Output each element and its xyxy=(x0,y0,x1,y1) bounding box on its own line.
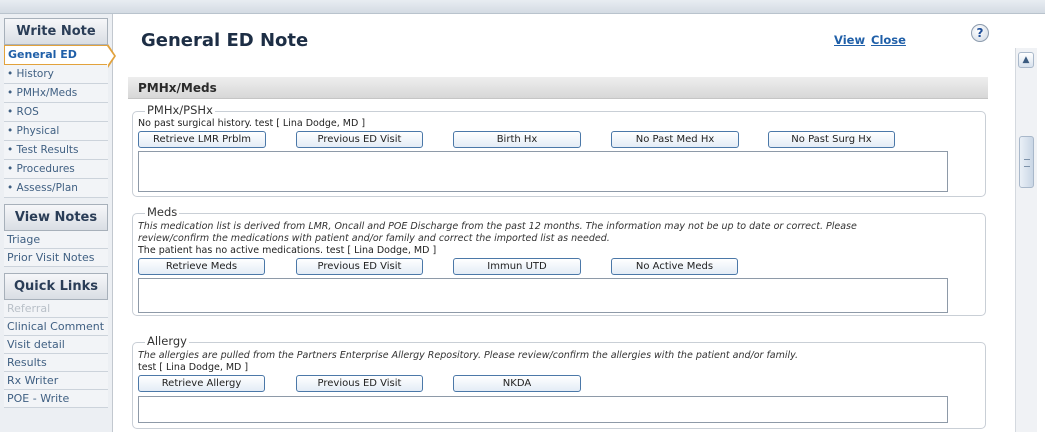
pmhx-group: PMHx/PSHx No past surgical history. test… xyxy=(132,103,986,197)
allergy-info-text: test [ Lina Dodge, MD ] xyxy=(138,362,249,373)
sidebar-link-poe-write[interactable]: POE - Write xyxy=(4,390,108,408)
no-past-surg-hx-button[interactable]: No Past Surg Hx xyxy=(768,131,895,148)
close-link[interactable]: Close xyxy=(871,33,906,47)
sidebar-item-ros[interactable]: • ROS xyxy=(4,103,108,122)
scrollbar-thumb[interactable] xyxy=(1019,136,1034,188)
pmhx-textarea[interactable] xyxy=(138,151,948,192)
birth-hx-button[interactable]: Birth Hx xyxy=(453,131,581,148)
sidebar-item-general-ed[interactable]: General ED xyxy=(4,44,116,68)
nkda-button[interactable]: NKDA xyxy=(453,375,581,392)
previous-ed-visit-button[interactable]: Previous ED Visit xyxy=(296,131,423,148)
sidebar-item-physical[interactable]: • Physical xyxy=(4,122,108,141)
previous-ed-visit-button[interactable]: Previous ED Visit xyxy=(296,375,423,392)
sidebar-item-procedures[interactable]: • Procedures xyxy=(4,160,108,179)
sidebar-item-label: General ED xyxy=(8,48,77,61)
sidebar-link-visit-detail[interactable]: Visit detail xyxy=(4,336,108,354)
view-notes-heading: View Notes xyxy=(4,204,108,231)
view-link[interactable]: View xyxy=(834,33,865,47)
meds-group: Meds This medication list is derived fro… xyxy=(132,205,986,316)
pmhx-info-text: No past surgical history. test [ Lina Do… xyxy=(138,118,366,129)
retrieve-lmr-problem-button[interactable]: Retrieve LMR Prblm xyxy=(138,131,266,148)
retrieve-meds-button[interactable]: Retrieve Meds xyxy=(138,258,265,275)
retrieve-allergy-button[interactable]: Retrieve Allergy xyxy=(138,375,265,392)
meds-disclaimer-line1: This medication list is derived from LMR… xyxy=(138,221,857,232)
quick-links-heading: Quick Links xyxy=(4,273,108,300)
sidebar-link-clinical-comment[interactable]: Clinical Comment xyxy=(4,318,108,336)
sidebar-link-triage[interactable]: Triage xyxy=(4,231,108,249)
vertical-scrollbar[interactable]: ▲ xyxy=(1015,48,1037,432)
sidebar-item-assess-plan[interactable]: • Assess/Plan xyxy=(4,179,108,198)
meds-disclaimer-line2: review/confirm the medications with pati… xyxy=(138,233,610,244)
meds-textarea[interactable] xyxy=(138,278,948,313)
chevron-up-icon[interactable]: ▲ xyxy=(1018,52,1034,68)
sidebar-item-history[interactable]: • History xyxy=(4,65,108,84)
allergy-textarea[interactable] xyxy=(138,396,948,423)
page-title: General ED Note xyxy=(141,30,309,51)
sidebar-item-pmhx-meds[interactable]: • PMHx/Meds xyxy=(4,84,108,103)
previous-ed-visit-button[interactable]: Previous ED Visit xyxy=(296,258,423,275)
sidebar: Write Note General ED • History • PMHx/M… xyxy=(0,14,116,432)
no-past-med-hx-button[interactable]: No Past Med Hx xyxy=(611,131,739,148)
meds-info-text: The patient has no active medications. t… xyxy=(138,245,437,256)
no-active-meds-button[interactable]: No Active Meds xyxy=(611,258,738,275)
write-note-heading: Write Note xyxy=(4,18,108,45)
group-legend: Meds xyxy=(145,205,180,219)
sidebar-link-rx-writer[interactable]: Rx Writer xyxy=(4,372,108,390)
top-toolbar xyxy=(0,0,1045,14)
sidebar-link-results[interactable]: Results xyxy=(4,354,108,372)
group-legend: Allergy xyxy=(145,334,189,348)
sidebar-item-test-results[interactable]: • Test Results xyxy=(4,141,108,160)
group-legend: PMHx/PSHx xyxy=(145,103,215,117)
sidebar-link-referral: Referral xyxy=(4,300,108,318)
sidebar-link-prior-visit-notes[interactable]: Prior Visit Notes xyxy=(4,249,108,267)
help-icon[interactable]: ? xyxy=(971,24,989,42)
immun-utd-button[interactable]: Immun UTD xyxy=(453,258,581,275)
section-header: PMHx/Meds xyxy=(128,77,988,99)
allergy-disclaimer: The allergies are pulled from the Partne… xyxy=(138,350,799,361)
note-content: General ED Note View Close ? PMHx/Meds P… xyxy=(118,14,1013,432)
allergy-group: Allergy The allergies are pulled from th… xyxy=(132,334,986,429)
